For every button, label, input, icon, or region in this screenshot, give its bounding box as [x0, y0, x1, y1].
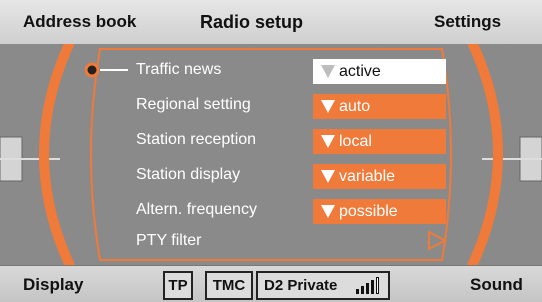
top-bar: Address book Radio setup Settings — [0, 0, 542, 45]
right-outer-arc — [466, 44, 503, 265]
frame-graphics — [0, 44, 542, 265]
station-reception-dropdown[interactable]: local — [313, 129, 446, 154]
menu-item-traffic-news[interactable]: Traffic news — [136, 61, 221, 79]
menu-panel: Traffic news active Regional setting aut… — [0, 44, 542, 265]
signal-bar — [356, 289, 359, 294]
traffic-news-dropdown[interactable]: active — [313, 59, 446, 84]
station-indicator: D2 Private — [256, 271, 390, 300]
selection-bullet-icon — [84, 62, 100, 78]
dropdown-triangle-icon — [321, 100, 335, 113]
menu-item-station-reception[interactable]: Station reception — [136, 131, 256, 149]
signal-strength-icon — [356, 277, 384, 294]
bottom-bar: Display TP TMC D2 Private Sound — [0, 265, 542, 302]
display-softkey[interactable]: Display — [23, 275, 83, 295]
radio-setup-screen: Address book Radio setup Settings Traffi… — [0, 0, 542, 302]
left-outer-arc — [39, 44, 76, 265]
menu-item-pty-filter[interactable]: PTY filter — [136, 232, 202, 250]
station-name: D2 Private — [264, 277, 338, 294]
address-book-softkey[interactable]: Address book — [23, 12, 136, 32]
signal-bar — [361, 286, 364, 294]
tp-indicator: TP — [163, 271, 193, 300]
settings-softkey[interactable]: Settings — [434, 12, 501, 32]
page-title: Radio setup — [200, 12, 304, 32]
signal-bar — [376, 277, 379, 294]
sound-softkey[interactable]: Sound — [470, 275, 523, 295]
regional-setting-value: auto — [339, 98, 371, 115]
signal-bar — [371, 280, 374, 294]
regional-setting-dropdown[interactable]: auto — [313, 94, 446, 119]
traffic-news-value: active — [339, 63, 381, 80]
tmc-indicator: TMC — [205, 271, 253, 300]
station-display-value: variable — [339, 168, 396, 185]
menu-item-regional-setting[interactable]: Regional setting — [136, 96, 251, 114]
signal-bar — [366, 283, 369, 294]
station-reception-value: local — [339, 133, 372, 150]
station-display-dropdown[interactable]: variable — [313, 164, 446, 189]
pty-filter-arrow-icon[interactable] — [428, 230, 448, 251]
altern-frequency-dropdown[interactable]: possible — [313, 199, 446, 224]
dropdown-triangle-icon — [321, 65, 335, 78]
dropdown-triangle-icon — [321, 205, 335, 218]
menu-item-station-display[interactable]: Station display — [136, 166, 240, 184]
dropdown-triangle-icon — [321, 135, 335, 148]
dropdown-triangle-icon — [321, 170, 335, 183]
altern-frequency-value: possible — [339, 203, 398, 220]
menu-item-altern-frequency[interactable]: Altern. frequency — [136, 201, 257, 219]
